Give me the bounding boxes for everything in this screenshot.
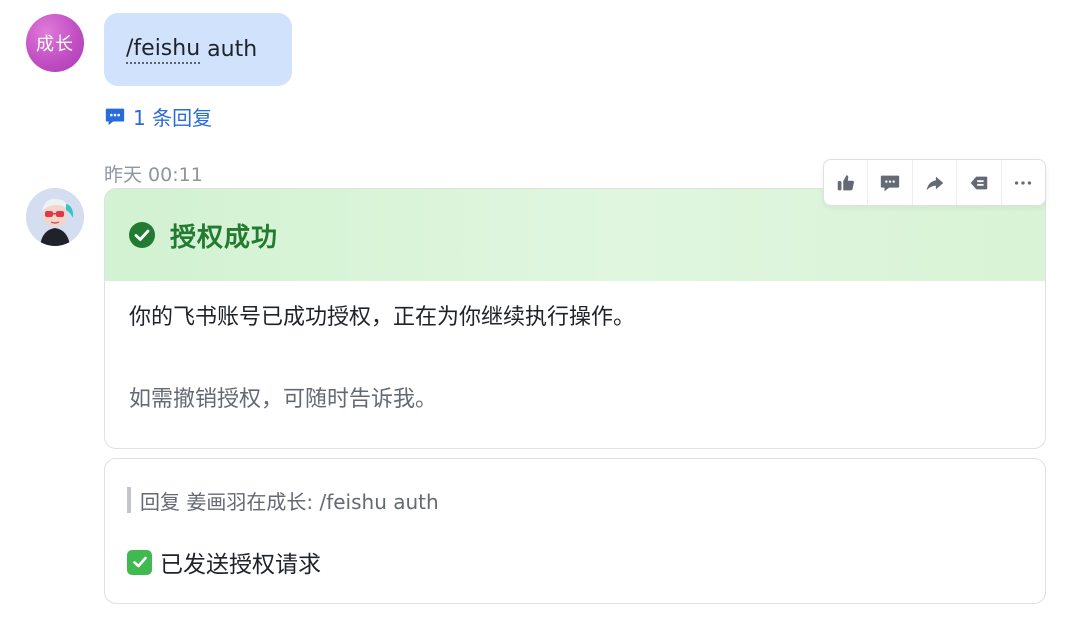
reply-quote[interactable]: 回复 姜画羽在成长: /feishu auth: [127, 487, 439, 514]
command-text[interactable]: /feishu: [126, 36, 201, 64]
user-message-bubble[interactable]: /feishu auth: [104, 13, 292, 86]
message-action-toolbar: [823, 159, 1046, 206]
comment-button[interactable]: [868, 160, 913, 205]
more-button[interactable]: [1002, 160, 1045, 205]
forward-icon: [926, 176, 943, 190]
auth-success-card: 授权成功 你的飞书账号已成功授权，正在为你继续执行操作。 如需撤销授权，可随时告…: [104, 188, 1046, 449]
card-title: 授权成功: [170, 222, 279, 253]
chat-thread: 成长 /feishu auth 1 条回复 昨天 00:11 授权成功 你的飞书…: [0, 0, 1080, 617]
more-icon: [1015, 180, 1032, 185]
card-body-text: 你的飞书账号已成功授权，正在为你继续执行操作。: [129, 305, 636, 330]
reply-thread-icon: [105, 108, 125, 126]
message-timestamp: 昨天 00:11: [104, 164, 203, 186]
command-arg-text: auth: [207, 37, 258, 62]
like-button[interactable]: [824, 160, 869, 205]
reply-icon: [970, 176, 988, 189]
reply-thread-link[interactable]: 1 条回复: [104, 103, 213, 130]
reply-card: 回复 姜画羽在成长: /feishu auth 已发送授权请求: [104, 458, 1046, 604]
comment-icon: [880, 175, 900, 191]
check-mark-icon: [127, 549, 152, 575]
forward-button[interactable]: [913, 160, 958, 205]
quote-reply-button[interactable]: [957, 160, 1002, 205]
thumbs-up-icon: [837, 174, 854, 190]
user-avatar-text: 成长: [36, 34, 74, 55]
bot-avatar-image: [26, 188, 84, 246]
success-check-icon: [129, 222, 155, 248]
reply-body: 已发送授权请求: [127, 545, 321, 579]
reply-text: 已发送授权请求: [160, 552, 321, 578]
bot-avatar[interactable]: [26, 188, 84, 246]
card-body: 你的飞书账号已成功授权，正在为你继续执行操作。 如需撤销授权，可随时告诉我。: [105, 281, 1045, 415]
card-note-text: 如需撤销授权，可随时告诉我。: [129, 387, 438, 412]
user-avatar[interactable]: 成长: [26, 14, 84, 72]
reply-count-label: 1 条回复: [133, 105, 213, 130]
